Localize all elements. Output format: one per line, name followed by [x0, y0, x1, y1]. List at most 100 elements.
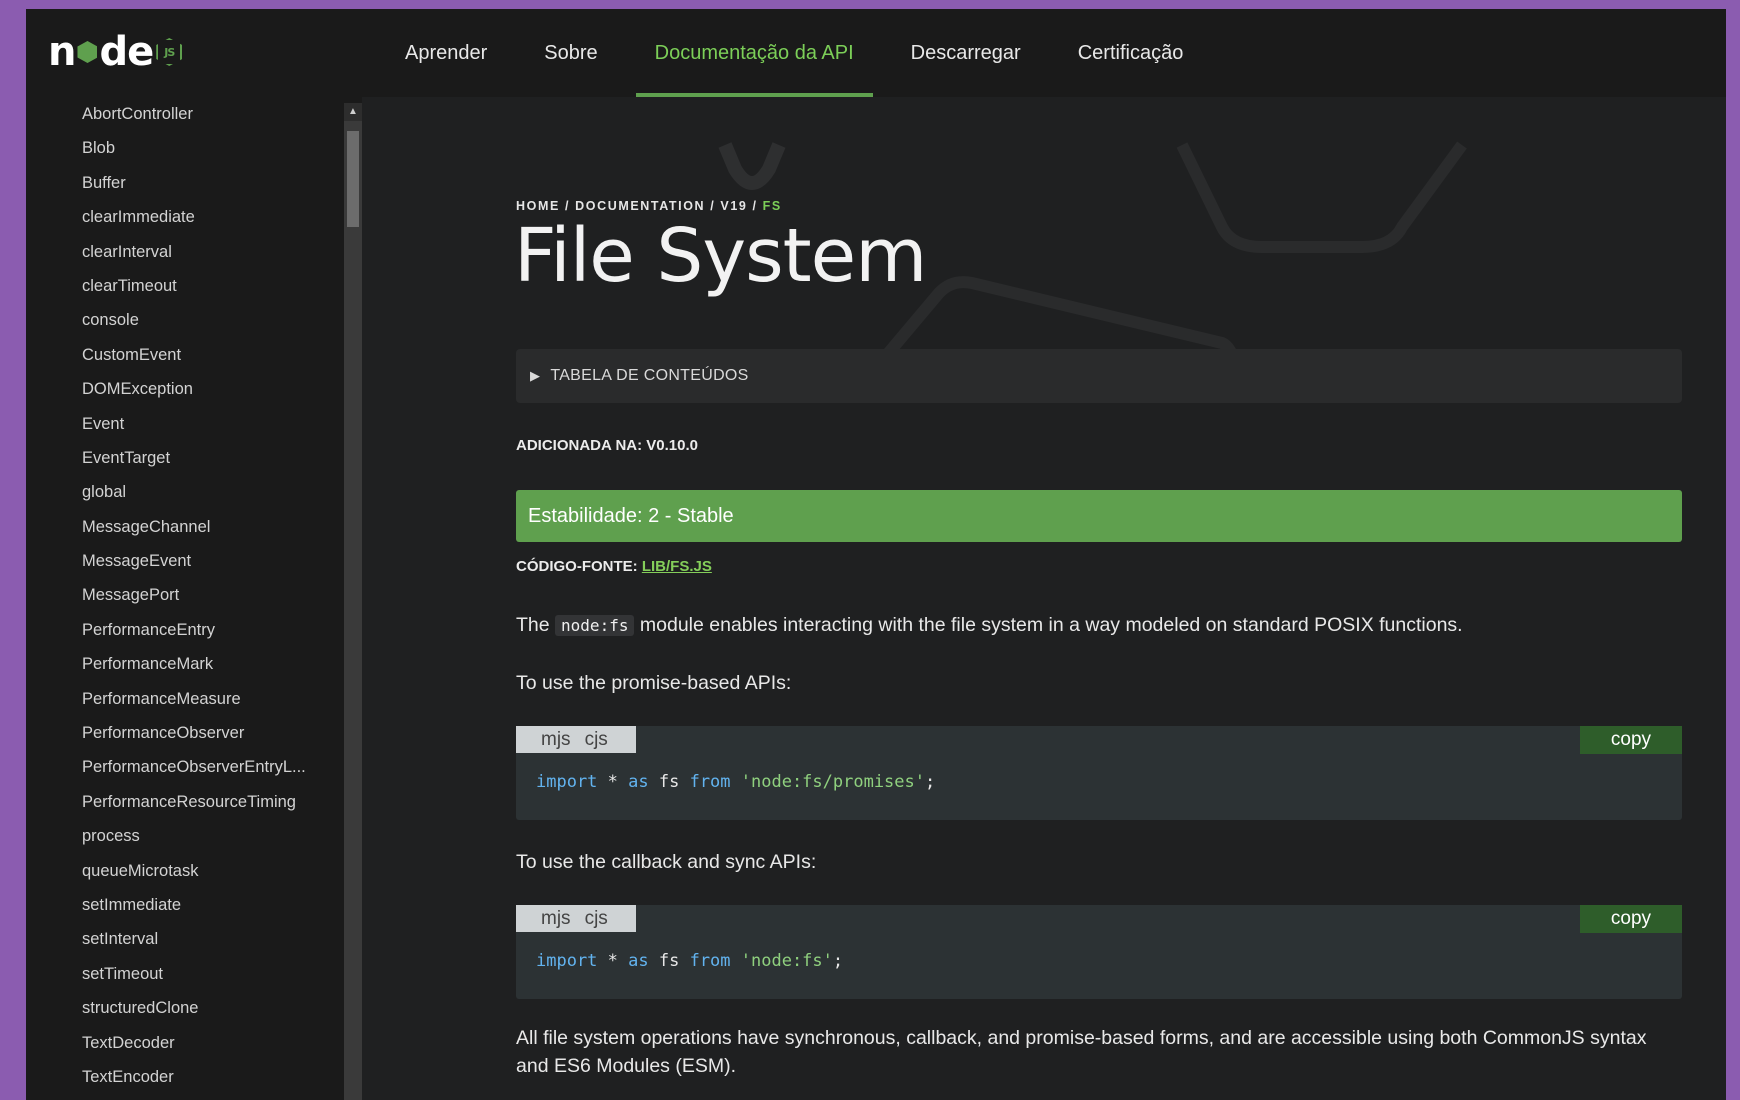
- nav-item-descarregar[interactable]: Descarregar: [892, 9, 1040, 97]
- sidebar-item[interactable]: setInterval: [82, 922, 342, 956]
- language-tabs: mjs cjs: [516, 905, 636, 932]
- top-navigation: n de JS Aprender Sobre Documentação da API…: [26, 9, 1726, 97]
- sidebar-item[interactable]: console: [82, 303, 342, 337]
- code-star: *: [597, 772, 629, 792]
- logo-n: n: [48, 29, 77, 75]
- copy-button[interactable]: copy: [1580, 905, 1682, 933]
- nav-item-certificacao[interactable]: Certificação: [1059, 9, 1203, 97]
- code-identifier: fs: [648, 951, 690, 971]
- code-keyword: as: [628, 772, 649, 792]
- copy-button[interactable]: copy: [1580, 726, 1682, 754]
- triangle-right-icon: ▶: [530, 368, 541, 383]
- intro-text-after: module enables interacting with the file…: [634, 614, 1463, 636]
- language-tabs: mjs cjs: [516, 726, 636, 753]
- code-identifier: fs: [648, 772, 690, 792]
- sidebar-item[interactable]: EventTarget: [82, 441, 342, 475]
- stability-text: Estabilidade: 2 - Stable: [528, 504, 734, 527]
- sidebar-item[interactable]: setImmediate: [82, 888, 342, 922]
- nodejs-logo[interactable]: n de JS: [48, 29, 183, 75]
- sidebar-list: AbortController Blob Buffer clearImmediate c…: [82, 97, 342, 1100]
- toc-label: TABELA DE CONTEÚDOS: [550, 367, 749, 384]
- intro-text-before: The: [516, 614, 556, 636]
- sidebar-item[interactable]: MessageChannel: [82, 510, 342, 544]
- intro-paragraph: The node:fs module enables interacting w…: [516, 611, 1682, 640]
- sidebar-item[interactable]: global: [82, 475, 342, 509]
- nav-item-sobre[interactable]: Sobre: [525, 9, 616, 97]
- sidebar-item[interactable]: AbortController: [82, 97, 342, 131]
- sidebar-item[interactable]: MessagePort: [82, 578, 342, 612]
- code-block-callback: mjs cjs copy import * as fs from 'node:f…: [516, 905, 1682, 999]
- tab-mjs[interactable]: mjs: [541, 908, 571, 930]
- code-keyword: from: [689, 951, 731, 971]
- code-semicolon: ;: [925, 772, 936, 792]
- browser-page: n de JS Aprender Sobre Documentação da API…: [26, 9, 1726, 1100]
- source-label: CÓDIGO-FONTE:: [516, 558, 642, 575]
- scroll-up-arrow-icon[interactable]: ▲: [344, 103, 362, 121]
- code-string: 'node:fs': [730, 951, 833, 971]
- sidebar-item[interactable]: PerformanceObserver: [82, 716, 342, 750]
- breadcrumb-current: FS: [762, 199, 782, 213]
- code-line: import * as fs from 'node:fs';: [536, 951, 843, 971]
- sidebar-item[interactable]: PerformanceObserverEntryL...: [82, 750, 342, 784]
- sidebar-item[interactable]: MessageEvent: [82, 544, 342, 578]
- sidebar-item[interactable]: CustomEvent: [82, 338, 342, 372]
- breadcrumb-docs[interactable]: DOCUMENTATION: [575, 199, 705, 213]
- sidebar-item[interactable]: TextEncoder: [82, 1060, 342, 1094]
- code-line: import * as fs from 'node:fs/promises';: [536, 772, 935, 792]
- sidebar-item[interactable]: TextDecoder: [82, 1026, 342, 1060]
- logo-hex-icon: [77, 41, 98, 63]
- source-link[interactable]: LIB/FS.JS: [642, 558, 712, 575]
- added-in-version: ADICIONADA NA: V0.10.0: [516, 437, 698, 454]
- code-block-promises: mjs cjs copy import * as fs from 'node:f…: [516, 726, 1682, 820]
- code-star: *: [597, 951, 629, 971]
- code-keyword: as: [628, 951, 649, 971]
- sidebar-item[interactable]: PerformanceResourceTiming: [82, 785, 342, 819]
- code-string: 'node:fs/promises': [730, 772, 925, 792]
- nav-menu: Aprender Sobre Documentação da API Desca…: [386, 9, 1221, 97]
- sidebar-item[interactable]: URL: [82, 1094, 342, 1100]
- code-keyword: import: [536, 772, 598, 792]
- callback-api-text: To use the callback and sync APIs:: [516, 851, 817, 873]
- operations-paragraph: All file system operations have synchron…: [516, 1027, 1647, 1077]
- breadcrumb-sep: /: [747, 199, 763, 213]
- sidebar-item[interactable]: Buffer: [82, 166, 342, 200]
- source-code-line: CÓDIGO-FONTE: LIB/FS.JS: [516, 558, 712, 575]
- tab-cjs[interactable]: cjs: [585, 729, 608, 751]
- sidebar-item[interactable]: PerformanceMeasure: [82, 682, 342, 716]
- nav-item-aprender[interactable]: Aprender: [386, 9, 506, 97]
- breadcrumb-version[interactable]: V19: [720, 199, 747, 213]
- sidebar-item[interactable]: PerformanceEntry: [82, 613, 342, 647]
- code-semicolon: ;: [832, 951, 844, 971]
- code-keyword: from: [689, 772, 731, 792]
- sidebar-item[interactable]: clearImmediate: [82, 200, 342, 234]
- breadcrumb-sep: /: [559, 199, 576, 213]
- code-keyword: import: [536, 951, 598, 971]
- sidebar-item[interactable]: clearTimeout: [82, 269, 342, 303]
- promise-api-text: To use the promise-based APIs:: [516, 672, 792, 694]
- sidebar-item[interactable]: clearInterval: [82, 235, 342, 269]
- sidebar-item[interactable]: Blob: [82, 131, 342, 165]
- breadcrumb-home[interactable]: HOME: [516, 199, 560, 213]
- sidebar: AbortController Blob Buffer clearImmediate c…: [26, 97, 362, 1100]
- nav-item-api-docs[interactable]: Documentação da API: [635, 9, 873, 97]
- breadcrumb: HOME / DOCUMENTATION / V19 / FS: [516, 199, 782, 213]
- sidebar-item[interactable]: PerformanceMark: [82, 647, 342, 681]
- scroll-thumb[interactable]: [347, 131, 359, 227]
- breadcrumb-sep: /: [705, 199, 721, 213]
- sidebar-item[interactable]: Event: [82, 407, 342, 441]
- page-title: File System: [514, 213, 927, 299]
- sidebar-item[interactable]: structuredClone: [82, 991, 342, 1025]
- tab-cjs[interactable]: cjs: [585, 908, 608, 930]
- inline-code-node-fs: node:fs: [555, 615, 635, 636]
- stability-banner: Estabilidade: 2 - Stable: [516, 490, 1682, 542]
- sidebar-item[interactable]: process: [82, 819, 342, 853]
- sidebar-item[interactable]: DOMException: [82, 372, 342, 406]
- sidebar-scrollbar[interactable]: ▲: [344, 103, 362, 1100]
- main-content: HOME / DOCUMENTATION / V19 / FS File Sys…: [362, 97, 1726, 1100]
- sidebar-item[interactable]: setTimeout: [82, 957, 342, 991]
- tab-mjs[interactable]: mjs: [541, 729, 571, 751]
- logo-js-badge: JS: [156, 38, 183, 66]
- table-of-contents-toggle[interactable]: ▶ TABELA DE CONTEÚDOS: [516, 349, 1682, 403]
- sidebar-item[interactable]: queueMicrotask: [82, 854, 342, 888]
- logo-de: de: [99, 29, 154, 75]
